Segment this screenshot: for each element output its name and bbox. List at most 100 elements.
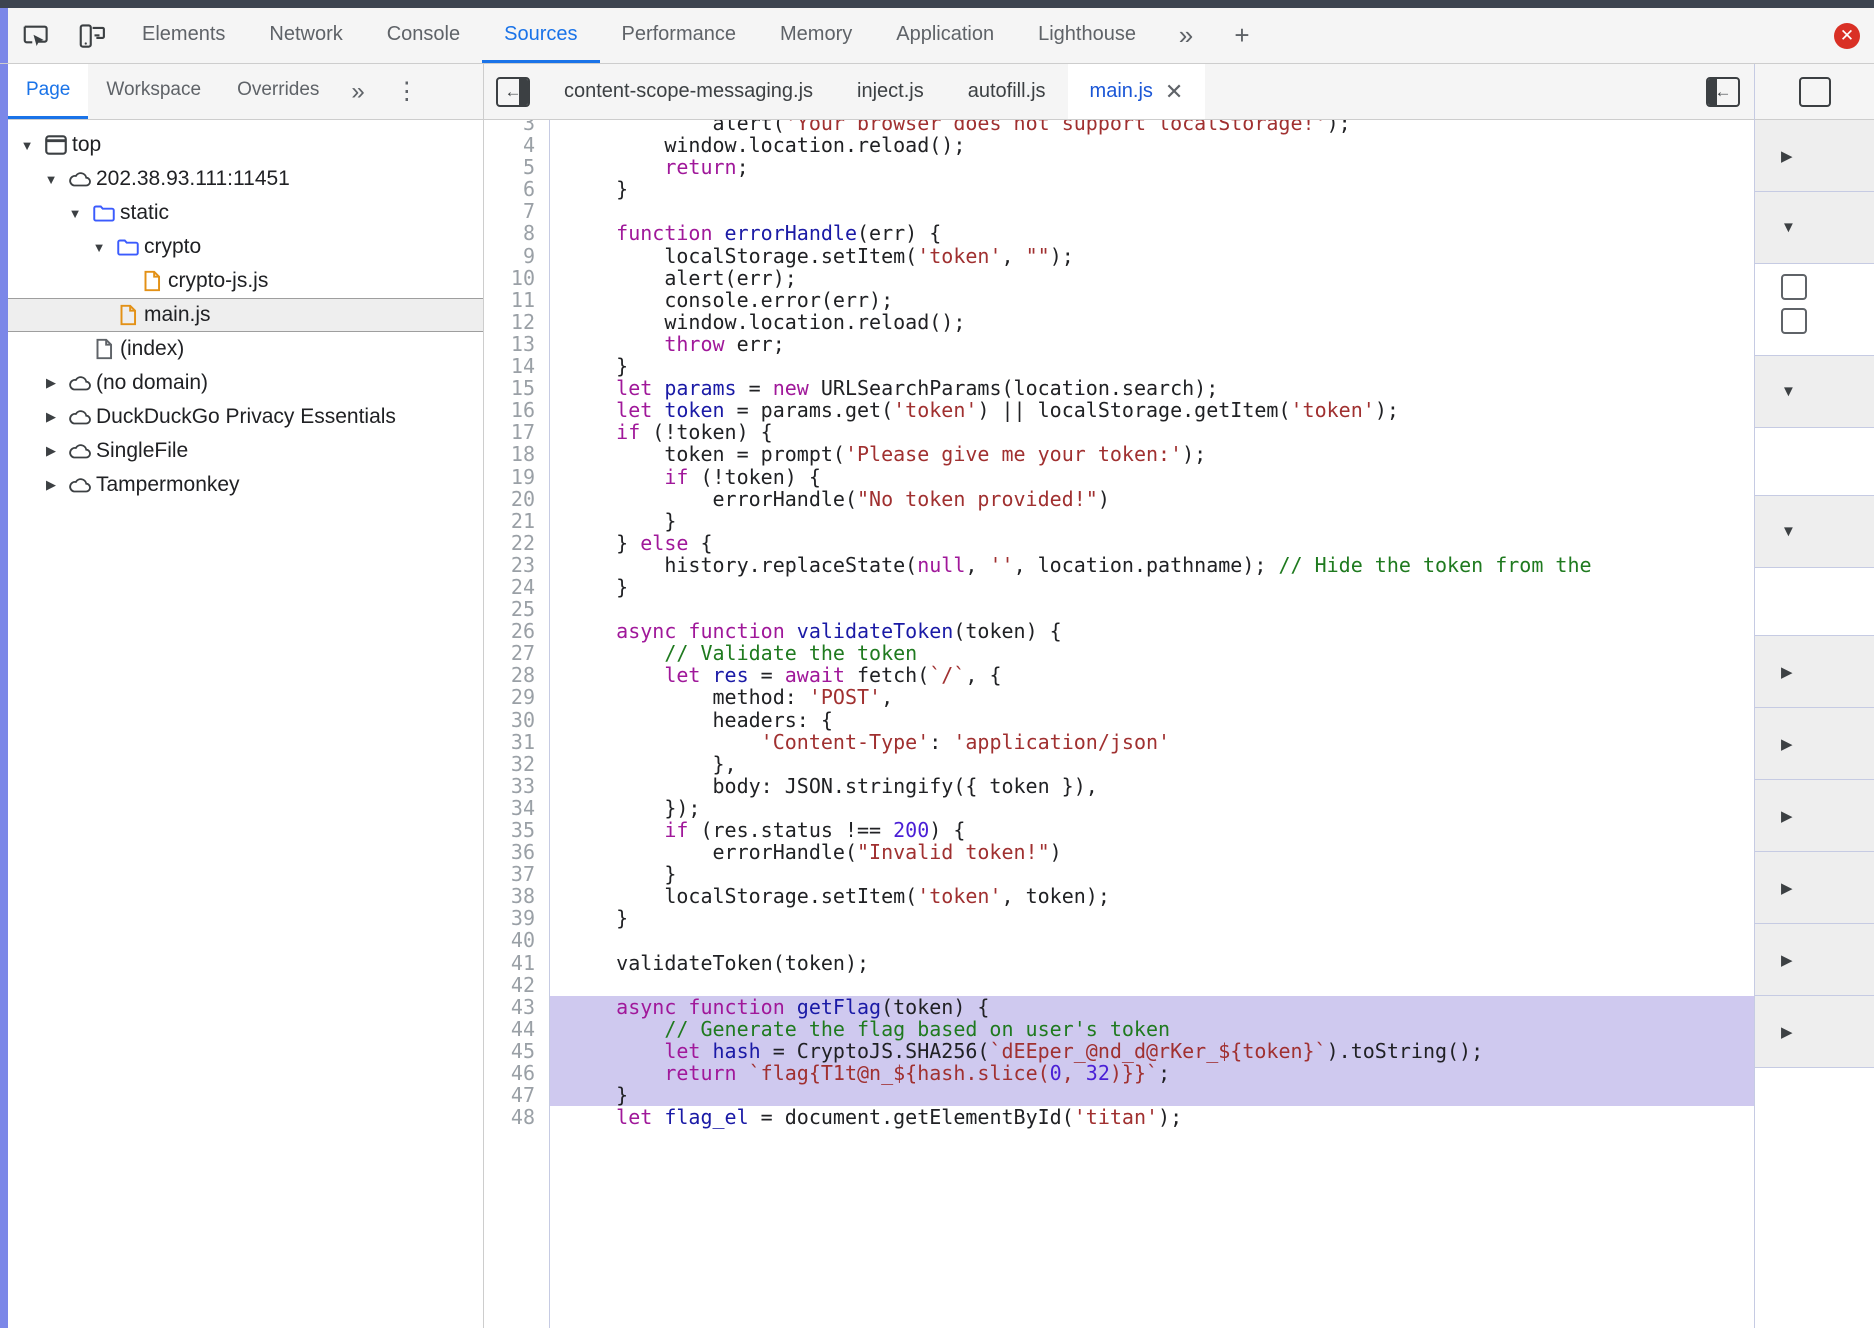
code-line[interactable]: }, <box>550 753 1754 775</box>
code-line[interactable]: errorHandle("Invalid token!") <box>550 841 1754 863</box>
tree-item-202-38-93-111-11451[interactable]: ▼ 202.38.93.111:11451 <box>8 162 483 196</box>
debugger-section-header[interactable]: ▶ <box>1755 636 1874 708</box>
tab-memory[interactable]: Memory <box>758 8 874 63</box>
code-line[interactable]: console.error(err); <box>550 289 1754 311</box>
code-line[interactable]: } <box>550 907 1754 929</box>
code-line[interactable]: if (!token) { <box>550 465 1754 488</box>
checkbox[interactable] <box>1781 308 1807 334</box>
code-editor[interactable]: 3 4 5 6 7 8 9 10 11 12 13 14 15 16 17 18 19 20 21 22 23 24 25 2… <box>484 120 1754 1328</box>
line-number[interactable]: 20 <box>484 487 535 509</box>
debugger-section-header[interactable]: ▶ <box>1755 708 1874 780</box>
chevron-down-icon[interactable]: ▼ <box>1781 523 1796 540</box>
tab-console[interactable]: Console <box>365 8 482 63</box>
code-line[interactable]: } <box>550 863 1754 885</box>
code-line[interactable]: } <box>550 355 1754 377</box>
file-tab-main[interactable]: main.js ✕ <box>1067 64 1206 119</box>
code-line[interactable]: errorHandle("No token provided!") <box>550 488 1754 510</box>
line-number[interactable]: 46 <box>484 1062 535 1084</box>
line-number[interactable]: 6 <box>484 178 535 200</box>
chevron-right-icon[interactable]: ▶ <box>1781 147 1793 165</box>
line-number[interactable]: 24 <box>484 576 535 598</box>
code-line[interactable]: history.replaceState(null, '', location.… <box>550 554 1754 576</box>
code-line[interactable]: window.location.reload(); <box>550 311 1754 333</box>
add-panel-icon[interactable]: + <box>1214 8 1270 63</box>
line-number[interactable]: 31 <box>484 731 535 753</box>
line-number[interactable]: 23 <box>484 554 535 576</box>
line-number[interactable]: 39 <box>484 907 535 929</box>
collapse-left-icon[interactable]: ← <box>484 64 542 119</box>
code-line[interactable] <box>550 200 1754 222</box>
line-number[interactable]: 34 <box>484 797 535 819</box>
file-tab-autofill[interactable]: autofill.js <box>946 64 1068 119</box>
line-number[interactable]: 44 <box>484 1018 535 1040</box>
line-number[interactable]: 41 <box>484 951 535 973</box>
line-number[interactable]: 29 <box>484 686 535 708</box>
device-toggle-icon[interactable] <box>64 8 120 63</box>
tree-item-crypto-js-js[interactable]: crypto-js.js <box>8 264 483 298</box>
debugger-section-header[interactable]: ▶ <box>1755 924 1874 996</box>
code-line[interactable]: validateToken(token); <box>550 952 1754 974</box>
line-number[interactable]: 28 <box>484 664 535 686</box>
tab-sources[interactable]: Sources <box>482 8 600 63</box>
debugger-section-header[interactable]: ▶ <box>1755 120 1874 192</box>
debugger-section-header[interactable]: ▼ <box>1755 192 1874 264</box>
subtab-page[interactable]: Page <box>8 64 89 119</box>
code-line[interactable]: let hash = CryptoJS.SHA256(`dEEper_@nd_d… <box>550 1040 1754 1063</box>
code-line[interactable]: localStorage.setItem('token', token); <box>550 885 1754 907</box>
line-number[interactable]: 13 <box>484 333 535 355</box>
line-number[interactable]: 19 <box>484 465 535 487</box>
debugger-panel-toggle-icon[interactable] <box>1798 76 1831 107</box>
chevron-down-icon[interactable]: ▼ <box>38 172 64 187</box>
tab-network[interactable]: Network <box>247 8 364 63</box>
code-line[interactable]: let params = new URLSearchParams(locatio… <box>550 377 1754 399</box>
line-number[interactable]: 9 <box>484 244 535 266</box>
tree-item-static[interactable]: ▼ static <box>8 196 483 230</box>
error-count-badge[interactable]: ✕ <box>1834 22 1860 49</box>
code-line[interactable]: body: JSON.stringify({ token }), <box>550 775 1754 797</box>
line-number[interactable]: 45 <box>484 1040 535 1062</box>
tree-item-singlefile[interactable]: ▶ SingleFile <box>8 434 483 468</box>
more-panels-icon[interactable]: » <box>1158 8 1214 63</box>
chevron-down-icon[interactable]: ▼ <box>14 138 40 153</box>
chevron-right-icon[interactable]: ▶ <box>1781 807 1793 825</box>
code-line[interactable]: throw err; <box>550 333 1754 355</box>
code-line[interactable]: if (!token) { <box>550 421 1754 443</box>
line-number[interactable]: 7 <box>484 200 535 222</box>
line-number[interactable]: 11 <box>484 289 535 311</box>
line-number[interactable]: 48 <box>484 1106 535 1128</box>
line-number[interactable]: 25 <box>484 598 535 620</box>
line-number[interactable]: 35 <box>484 819 535 841</box>
code-line[interactable]: if (res.status !== 200) { <box>550 819 1754 841</box>
tab-lighthouse[interactable]: Lighthouse <box>1016 8 1158 63</box>
code-line[interactable] <box>550 929 1754 951</box>
code-line[interactable]: return; <box>550 156 1754 178</box>
line-number[interactable]: 5 <box>484 156 535 178</box>
code-line[interactable]: alert('Your browser does not support loc… <box>550 120 1754 134</box>
debugger-section-header[interactable]: ▶ <box>1755 852 1874 924</box>
code-line[interactable]: } <box>550 1084 1754 1107</box>
chevron-right-icon[interactable]: ▶ <box>38 477 64 493</box>
line-number[interactable]: 4 <box>484 134 535 156</box>
tab-application[interactable]: Application <box>874 8 1016 63</box>
checkbox[interactable] <box>1781 274 1807 300</box>
code-line[interactable] <box>550 974 1754 996</box>
tab-elements[interactable]: Elements <box>120 8 247 63</box>
line-number[interactable]: 42 <box>484 974 535 996</box>
line-number[interactable]: 3 <box>484 120 535 134</box>
chevron-down-icon[interactable]: ▼ <box>1781 383 1796 400</box>
line-number[interactable]: 38 <box>484 885 535 907</box>
code-line[interactable]: // Validate the token <box>550 642 1754 664</box>
line-number[interactable]: 18 <box>484 443 535 465</box>
tree-item-crypto[interactable]: ▼ crypto <box>8 230 483 264</box>
tree-item-duckduckgo-privacy-essentials[interactable]: ▶ DuckDuckGo Privacy Essentials <box>8 400 483 434</box>
tree-item-tampermonkey[interactable]: ▶ Tampermonkey <box>8 468 483 502</box>
tree-item-top[interactable]: ▼ top <box>8 128 483 162</box>
code-line[interactable]: let token = params.get('token') || local… <box>550 399 1754 421</box>
chevron-right-icon[interactable]: ▶ <box>1781 1023 1793 1041</box>
code-line[interactable]: method: 'POST', <box>550 686 1754 708</box>
code-line[interactable]: async function getFlag(token) { <box>550 996 1754 1018</box>
line-number[interactable]: 43 <box>484 996 535 1018</box>
chevron-right-icon[interactable]: ▶ <box>1781 663 1793 681</box>
subtab-workspace[interactable]: Workspace <box>88 64 219 119</box>
line-number[interactable]: 14 <box>484 355 535 377</box>
